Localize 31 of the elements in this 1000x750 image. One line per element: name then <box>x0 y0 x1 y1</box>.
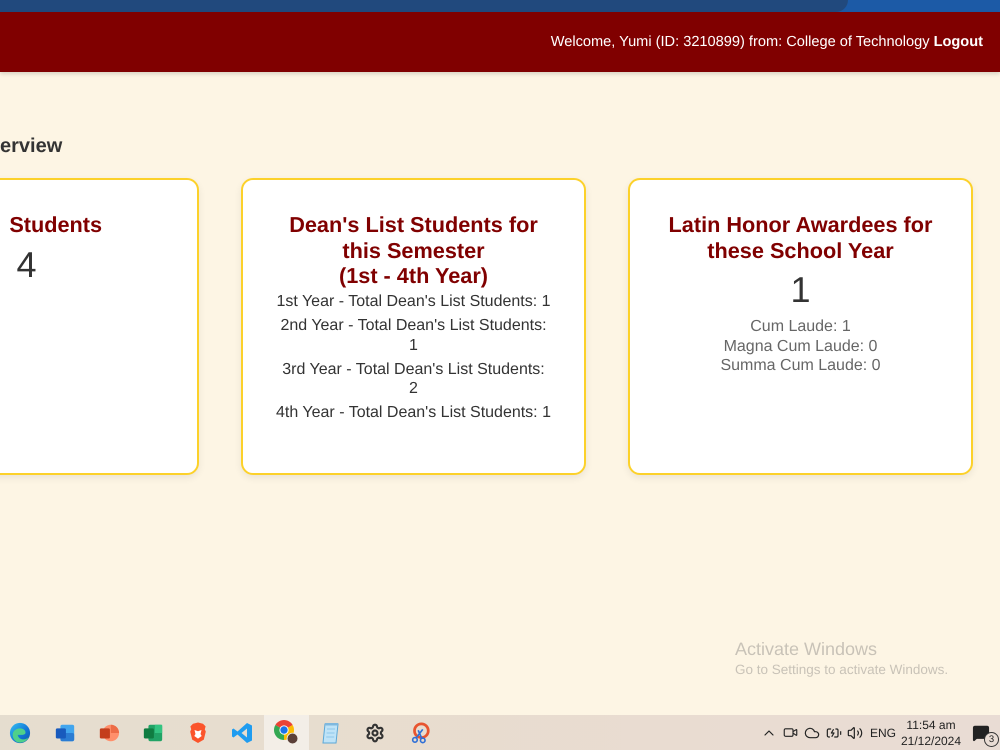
ribbon-logo-icon <box>231 722 254 744</box>
notification-icon[interactable] <box>972 724 990 742</box>
card-title: Students <box>8 212 104 238</box>
card-line: 4th Year - Total Dean's List Students: 1 <box>276 403 552 423</box>
settings-icon <box>365 722 386 742</box>
taskbar-button[interactable] <box>264 715 309 750</box>
card-title: Latin Honor Awardees for these School Year <box>668 212 934 263</box>
card-count: 4 <box>16 242 37 286</box>
card-line: Cum Laude: 1 <box>750 317 851 337</box>
welcome-text: Welcome, Yumi (ID: 3210899) from: College of Technology <box>550 34 930 50</box>
page-heading: erview <box>0 134 62 158</box>
notification-count: 3 <box>984 732 999 747</box>
volume-icon[interactable] <box>847 724 864 740</box>
card-subtitle: (1st - 4th Year) <box>338 263 490 288</box>
card-line: Summa Cum Laude: 0 <box>720 356 881 376</box>
swirl-logo-icon <box>9 722 32 744</box>
card-count: 1 <box>790 268 811 312</box>
card-title: Dean's List Students for this Semester <box>288 212 539 263</box>
notepad-icon <box>320 722 341 744</box>
cloud-icon[interactable] <box>804 724 820 740</box>
logout-link[interactable]: Logout <box>934 34 983 50</box>
clock-date[interactable]: 21/12/2024 <box>900 732 962 748</box>
card-line: 1st Year - Total Dean's List Students: 1 <box>276 292 552 312</box>
card-line: 3rd Year - Total Dean's List Students: 2 <box>281 360 546 399</box>
shield-icon <box>188 722 208 744</box>
video-camera-icon[interactable] <box>783 725 798 740</box>
clock-time[interactable]: 11:54 am <box>906 716 956 732</box>
card-line: Magna Cum Laude: 0 <box>724 336 878 356</box>
card-line: 2nd Year - Total Dean's List Students: 1 <box>279 316 548 356</box>
language-indicator[interactable]: ENG <box>870 726 896 740</box>
wheel-logo-icon <box>274 720 300 745</box>
